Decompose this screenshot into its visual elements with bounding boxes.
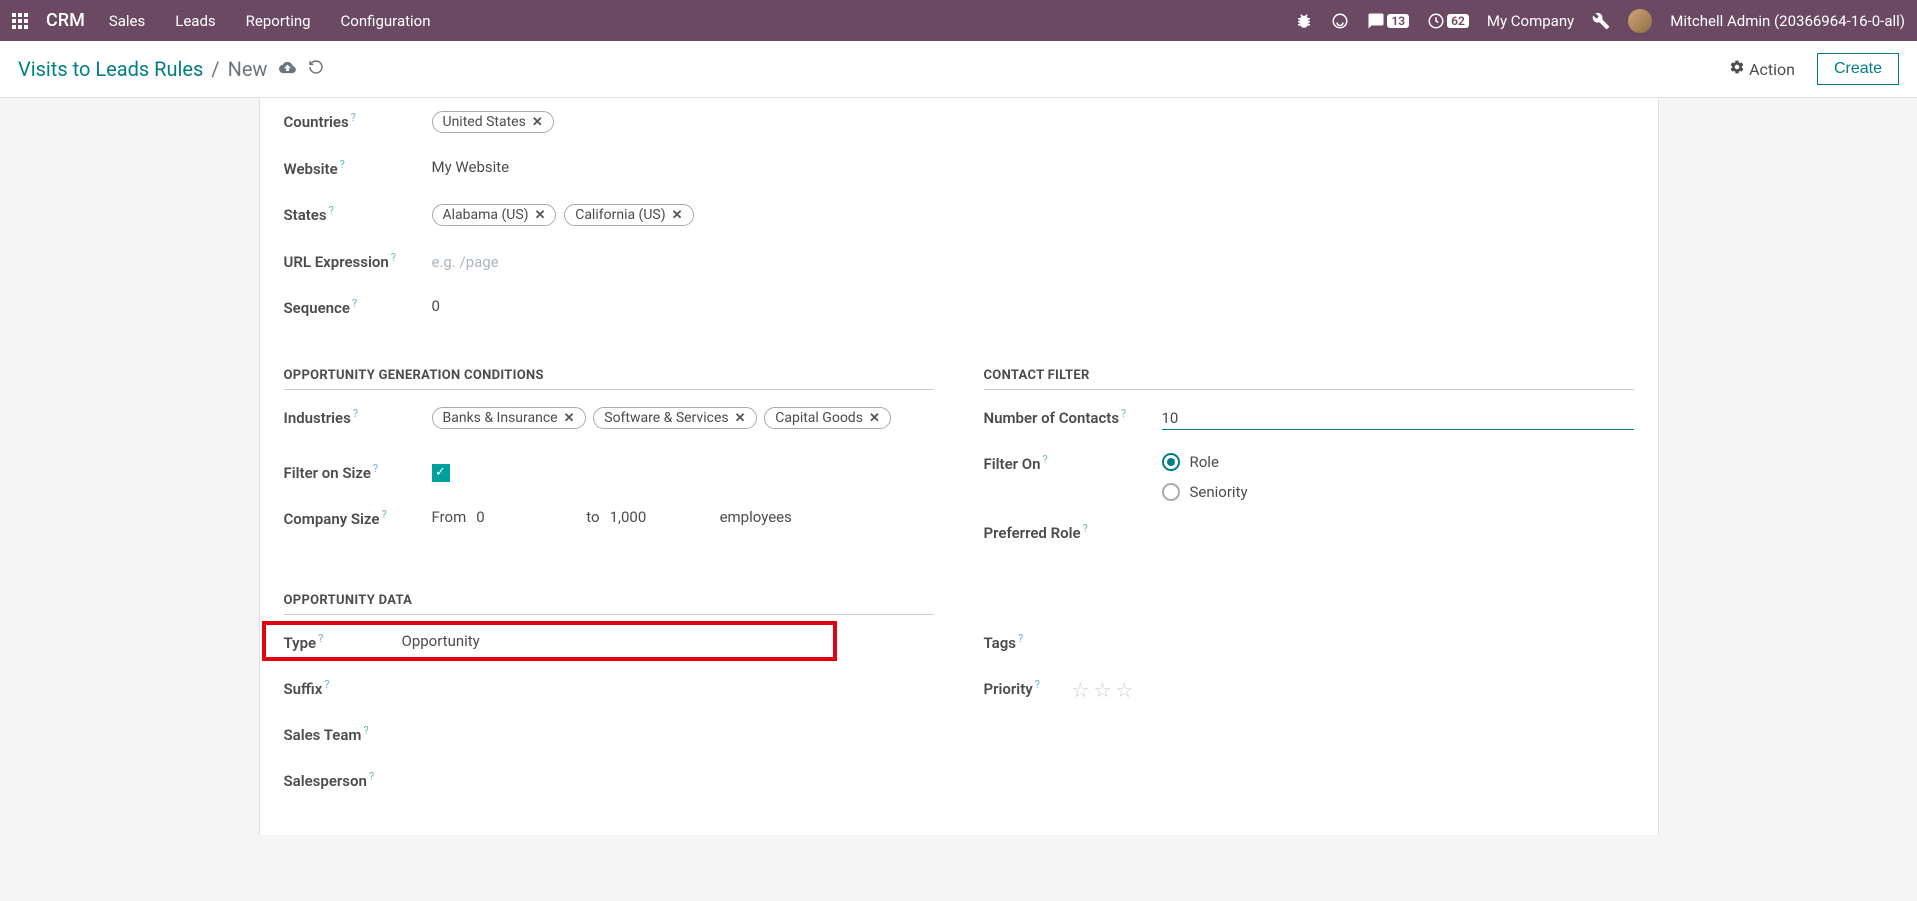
save-cloud-icon[interactable] — [279, 59, 296, 80]
tag-state[interactable]: California (US)✕ — [564, 204, 693, 226]
messages-badge: 13 — [1387, 14, 1409, 28]
radio-icon — [1162, 483, 1180, 501]
industries-field[interactable]: Banks & Insurance✕ Software & Services✕ … — [432, 404, 934, 433]
sales-team-field[interactable] — [402, 721, 934, 724]
group-conditions-title: OPPORTUNITY GENERATION CONDITIONS — [284, 368, 934, 383]
breadcrumb-current: New — [228, 57, 268, 81]
num-contacts-label: Number of Contacts? — [984, 404, 1162, 427]
countries-field[interactable]: United States✕ — [432, 108, 934, 137]
action-label: Action — [1749, 60, 1795, 79]
type-label: Type? — [284, 629, 402, 652]
suffix-field[interactable] — [402, 675, 934, 678]
radio-seniority[interactable]: Seniority — [1162, 483, 1634, 501]
breadcrumb: Visits to Leads Rules / New — [18, 57, 324, 81]
radio-seniority-label: Seniority — [1190, 483, 1248, 501]
states-field[interactable]: Alabama (US)✕ California (US)✕ — [432, 201, 934, 230]
size-to-value[interactable]: 1,000 — [610, 508, 670, 526]
user-menu[interactable]: Mitchell Admin (20366964-16-0-all) — [1670, 12, 1905, 30]
radio-icon — [1162, 453, 1180, 471]
preferred-role-field[interactable] — [1162, 519, 1634, 522]
group-contact-title: CONTACT FILTER — [984, 368, 1634, 383]
close-icon[interactable]: ✕ — [735, 411, 746, 426]
url-label: URL Expression? — [284, 248, 432, 271]
salesperson-label: Salesperson? — [284, 767, 402, 790]
tag-industry[interactable]: Software & Services✕ — [593, 407, 756, 429]
gear-icon — [1729, 59, 1745, 79]
filter-size-label: Filter on Size? — [284, 459, 432, 482]
priority-label: Priority? — [984, 675, 1072, 698]
breadcrumb-root[interactable]: Visits to Leads Rules — [18, 57, 203, 81]
control-panel: Visits to Leads Rules / New Action Creat… — [0, 41, 1917, 98]
messages-icon[interactable]: 13 — [1367, 12, 1409, 30]
sequence-label: Sequence? — [284, 294, 432, 317]
create-button[interactable]: Create — [1817, 53, 1899, 85]
type-field[interactable]: Opportunity — [402, 629, 934, 650]
activities-icon[interactable]: 62 — [1427, 12, 1469, 30]
apps-icon[interactable] — [12, 13, 32, 29]
website-label: Website? — [284, 155, 432, 178]
priority-stars[interactable]: ☆ ☆ ☆ — [1072, 678, 1634, 702]
menu-reporting[interactable]: Reporting — [246, 12, 311, 30]
states-label: States? — [284, 201, 432, 224]
countries-label: Countries? — [284, 108, 432, 131]
sequence-field[interactable]: 0 — [432, 294, 934, 315]
close-icon[interactable]: ✕ — [535, 208, 546, 223]
industries-label: Industries? — [284, 404, 432, 427]
top-navbar: CRM Sales Leads Reporting Configuration … — [0, 0, 1917, 41]
url-input[interactable] — [432, 251, 934, 274]
suffix-label: Suffix? — [284, 675, 402, 698]
size-from-value[interactable]: 0 — [476, 508, 536, 526]
debug-icon[interactable] — [1295, 12, 1313, 30]
star-icon[interactable]: ☆ — [1115, 678, 1133, 702]
filter-size-checkbox[interactable]: ✓ — [432, 464, 450, 482]
tags-field[interactable] — [1072, 629, 1634, 632]
radio-role-label: Role — [1190, 453, 1219, 471]
close-icon[interactable]: ✕ — [532, 115, 543, 130]
menu-leads[interactable]: Leads — [175, 12, 215, 30]
radio-role[interactable]: Role — [1162, 453, 1634, 471]
company-switcher[interactable]: My Company — [1487, 12, 1574, 30]
close-icon[interactable]: ✕ — [869, 411, 880, 426]
support-icon[interactable] — [1331, 12, 1349, 30]
star-icon[interactable]: ☆ — [1093, 678, 1111, 702]
company-size-label: Company Size? — [284, 505, 432, 528]
size-unit: employees — [720, 508, 792, 526]
menu-configuration[interactable]: Configuration — [341, 12, 431, 30]
preferred-role-label: Preferred Role? — [984, 519, 1162, 542]
app-brand[interactable]: CRM — [46, 10, 85, 31]
breadcrumb-separator: / — [211, 57, 219, 81]
tag-state[interactable]: Alabama (US)✕ — [432, 204, 557, 226]
size-from-label: From — [432, 508, 467, 526]
sales-team-label: Sales Team? — [284, 721, 402, 744]
menu-sales[interactable]: Sales — [109, 12, 145, 30]
tag-country[interactable]: United States✕ — [432, 111, 554, 133]
size-to-label: to — [586, 508, 599, 526]
action-button[interactable]: Action — [1729, 59, 1795, 79]
discard-icon[interactable] — [308, 59, 324, 79]
form-sheet: Countries? United States✕ Website? My We… — [259, 98, 1659, 835]
tag-industry[interactable]: Capital Goods✕ — [764, 407, 891, 429]
tag-industry[interactable]: Banks & Insurance✕ — [432, 407, 586, 429]
close-icon[interactable]: ✕ — [672, 208, 683, 223]
num-contacts-input[interactable] — [1162, 407, 1634, 430]
tools-icon[interactable] — [1592, 12, 1610, 30]
close-icon[interactable]: ✕ — [564, 411, 575, 426]
filter-on-label: Filter On? — [984, 450, 1162, 473]
group-data-title: OPPORTUNITY DATA — [284, 593, 934, 608]
salesperson-field[interactable] — [402, 767, 934, 770]
activities-badge: 62 — [1447, 14, 1469, 28]
tags-label: Tags? — [984, 629, 1072, 652]
avatar[interactable] — [1628, 9, 1652, 33]
main-menu: Sales Leads Reporting Configuration — [109, 12, 431, 30]
star-icon[interactable]: ☆ — [1072, 678, 1090, 702]
website-field[interactable]: My Website — [432, 155, 934, 176]
